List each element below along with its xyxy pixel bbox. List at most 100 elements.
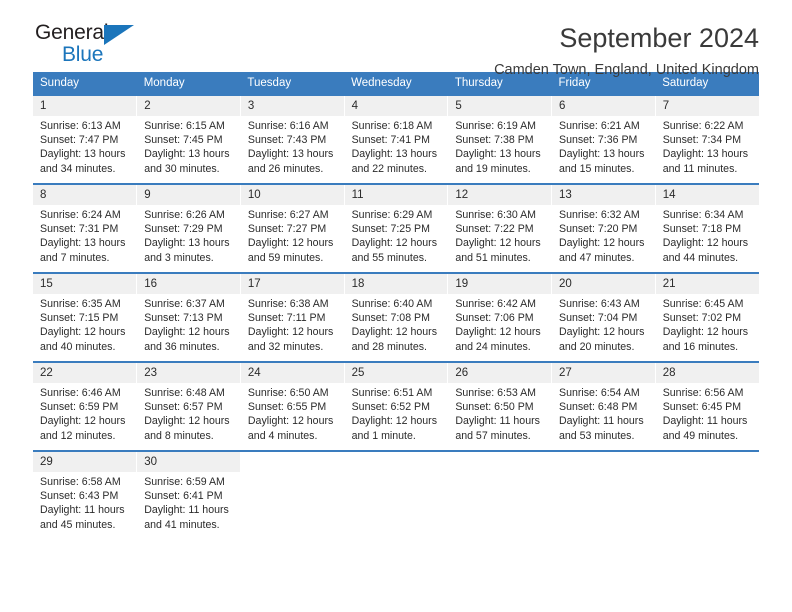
calendar-day-cell[interactable]: 30 Sunrise: 6:59 AM Sunset: 6:41 PM Dayligh… bbox=[136, 451, 241, 540]
day-number: 13 bbox=[552, 185, 655, 205]
day-number: 30 bbox=[137, 452, 240, 472]
sunrise-text: Sunrise: 6:15 AM bbox=[144, 120, 225, 132]
calendar-week-row: 22 Sunrise: 6:46 AM Sunset: 6:59 PM Dayligh… bbox=[33, 362, 759, 451]
calendar-day-cell[interactable]: 28 Sunrise: 6:56 AM Sunset: 6:45 PM Dayligh… bbox=[655, 362, 759, 451]
calendar-day-cell[interactable]: 19 Sunrise: 6:42 AM Sunset: 7:06 PM Dayligh… bbox=[447, 273, 553, 362]
calendar-day-cell-empty bbox=[447, 451, 553, 540]
calendar-day-cell[interactable]: 12 Sunrise: 6:30 AM Sunset: 7:22 PM Dayligh… bbox=[447, 184, 553, 273]
calendar-day-cell[interactable]: 6 Sunrise: 6:21 AM Sunset: 7:36 PM Daylight… bbox=[551, 95, 656, 184]
sunrise-text: Sunrise: 6:54 AM bbox=[559, 387, 640, 399]
calendar-day-cell[interactable]: 4 Sunrise: 6:18 AM Sunset: 7:41 PM Daylight… bbox=[344, 95, 449, 184]
calendar-day-cell[interactable]: 23 Sunrise: 6:48 AM Sunset: 6:57 PM Dayligh… bbox=[136, 362, 241, 451]
calendar-day-cell[interactable]: 20 Sunrise: 6:43 AM Sunset: 7:04 PM Dayligh… bbox=[551, 273, 656, 362]
daylight-text: Daylight: 12 hours and 28 minutes. bbox=[351, 326, 437, 353]
title-block: September 2024 Camden Town, England, Uni… bbox=[494, 22, 759, 80]
day-number: 11 bbox=[344, 185, 448, 205]
calendar-day-cell[interactable]: 15 Sunrise: 6:35 AM Sunset: 7:15 PM Dayligh… bbox=[33, 273, 138, 362]
sunset-text: Sunset: 7:25 PM bbox=[351, 223, 430, 236]
day-number: 27 bbox=[552, 363, 655, 383]
calendar-day-cell[interactable]: 18 Sunrise: 6:40 AM Sunset: 7:08 PM Dayligh… bbox=[344, 273, 449, 362]
calendar-day-cell[interactable]: 10 Sunrise: 6:27 AM Sunset: 7:27 PM Dayligh… bbox=[240, 184, 345, 273]
calendar-day-cell[interactable]: 2 Sunrise: 6:15 AM Sunset: 7:45 PM Daylight… bbox=[136, 95, 241, 184]
daylight-text: Daylight: 12 hours and 51 minutes. bbox=[455, 237, 541, 264]
calendar-day-cell[interactable]: 16 Sunrise: 6:37 AM Sunset: 7:13 PM Dayligh… bbox=[136, 273, 241, 362]
sunrise-text: Sunrise: 6:22 AM bbox=[662, 120, 744, 132]
day-details: Sunrise: 6:21 AM Sunset: 7:36 PM Daylight:… bbox=[552, 116, 655, 176]
sunset-text: Sunset: 6:50 PM bbox=[455, 401, 534, 414]
daylight-text: Daylight: 12 hours and 47 minutes. bbox=[559, 237, 645, 264]
calendar-day-cell[interactable]: 1 Sunrise: 6:13 AM Sunset: 7:47 PM Daylight… bbox=[33, 95, 138, 184]
sunrise-text: Sunrise: 6:27 AM bbox=[247, 209, 329, 221]
daylight-text: Daylight: 12 hours and 55 minutes. bbox=[351, 237, 437, 264]
sunrise-text: Sunrise: 6:21 AM bbox=[559, 120, 640, 132]
calendar-day-cell[interactable]: 7 Sunrise: 6:22 AM Sunset: 7:34 PM Daylight… bbox=[655, 95, 759, 184]
calendar-day-cell[interactable]: 3 Sunrise: 6:16 AM Sunset: 7:43 PM Daylight… bbox=[240, 95, 345, 184]
brand-name-bottom: Blue bbox=[62, 43, 104, 66]
calendar-day-cell[interactable]: 22 Sunrise: 6:46 AM Sunset: 6:59 PM Dayligh… bbox=[33, 362, 138, 451]
daylight-text: Daylight: 11 hours and 41 minutes. bbox=[144, 504, 229, 531]
calendar-day-cell[interactable]: 29 Sunrise: 6:58 AM Sunset: 6:43 PM Dayligh… bbox=[33, 451, 138, 540]
daylight-text: Daylight: 12 hours and 1 minute. bbox=[351, 415, 437, 442]
sunset-text: Sunset: 7:18 PM bbox=[662, 223, 742, 236]
day-number: 12 bbox=[448, 185, 552, 205]
calendar-week-row: 15 Sunrise: 6:35 AM Sunset: 7:15 PM Dayligh… bbox=[33, 273, 759, 362]
daylight-text: Daylight: 12 hours and 32 minutes. bbox=[247, 326, 334, 353]
calendar-day-cell[interactable]: 24 Sunrise: 6:50 AM Sunset: 6:55 PM Dayligh… bbox=[240, 362, 345, 451]
calendar-day-cell[interactable]: 13 Sunrise: 6:32 AM Sunset: 7:20 PM Dayligh… bbox=[551, 184, 656, 273]
daylight-text: Daylight: 13 hours and 34 minutes. bbox=[40, 148, 126, 175]
sunset-text: Sunset: 6:52 PM bbox=[351, 401, 430, 414]
calendar-day-cell[interactable]: 5 Sunrise: 6:19 AM Sunset: 7:38 PM Daylight… bbox=[447, 95, 553, 184]
daylight-text: Daylight: 11 hours and 57 minutes. bbox=[455, 415, 540, 442]
day-details: Sunrise: 6:56 AM Sunset: 6:45 PM Daylight:… bbox=[656, 383, 759, 443]
sunset-text: Sunset: 6:57 PM bbox=[144, 401, 223, 414]
sunset-text: Sunset: 6:55 PM bbox=[247, 401, 327, 414]
calendar-day-cell[interactable]: 21 Sunrise: 6:45 AM Sunset: 7:02 PM Dayligh… bbox=[655, 273, 759, 362]
sunrise-text: Sunrise: 6:42 AM bbox=[455, 298, 536, 310]
sunrise-text: Sunrise: 6:45 AM bbox=[662, 298, 744, 310]
weekday-header-tuesday: Tuesday bbox=[240, 72, 345, 95]
day-details: Sunrise: 6:34 AM Sunset: 7:18 PM Daylight:… bbox=[656, 205, 759, 265]
calendar-day-cell[interactable]: 9 Sunrise: 6:26 AM Sunset: 7:29 PM Daylight… bbox=[136, 184, 241, 273]
day-details: Sunrise: 6:22 AM Sunset: 7:34 PM Daylight:… bbox=[656, 116, 759, 176]
calendar-day-cell[interactable]: 8 Sunrise: 6:24 AM Sunset: 7:31 PM Daylight… bbox=[33, 184, 138, 273]
sunset-text: Sunset: 7:04 PM bbox=[559, 312, 638, 325]
day-details: Sunrise: 6:51 AM Sunset: 6:52 PM Daylight:… bbox=[345, 383, 448, 443]
sunrise-text: Sunrise: 6:26 AM bbox=[144, 209, 225, 221]
sunset-text: Sunset: 7:38 PM bbox=[455, 134, 534, 147]
sunrise-text: Sunrise: 6:50 AM bbox=[247, 387, 329, 399]
day-number: 6 bbox=[552, 96, 655, 116]
calendar-day-cell[interactable]: 17 Sunrise: 6:38 AM Sunset: 7:11 PM Dayligh… bbox=[240, 273, 345, 362]
brand-logo[interactable]: General Blue bbox=[33, 22, 205, 70]
sunrise-text: Sunrise: 6:13 AM bbox=[40, 120, 121, 132]
sunset-text: Sunset: 6:59 PM bbox=[40, 401, 119, 414]
sunrise-text: Sunrise: 6:24 AM bbox=[40, 209, 121, 221]
calendar-day-cell-empty bbox=[240, 451, 345, 540]
day-details: Sunrise: 6:16 AM Sunset: 7:43 PM Daylight:… bbox=[241, 116, 344, 176]
day-number: 5 bbox=[448, 96, 552, 116]
calendar-day-cell[interactable]: 26 Sunrise: 6:53 AM Sunset: 6:50 PM Dayligh… bbox=[447, 362, 553, 451]
sunset-text: Sunset: 7:06 PM bbox=[455, 312, 534, 325]
calendar-day-cell[interactable]: 25 Sunrise: 6:51 AM Sunset: 6:52 PM Dayligh… bbox=[344, 362, 449, 451]
day-details: Sunrise: 6:43 AM Sunset: 7:04 PM Daylight:… bbox=[552, 294, 655, 354]
daylight-text: Daylight: 11 hours and 49 minutes. bbox=[662, 415, 748, 442]
sunrise-text: Sunrise: 6:35 AM bbox=[40, 298, 121, 310]
sunrise-text: Sunrise: 6:38 AM bbox=[247, 298, 329, 310]
daylight-text: Daylight: 13 hours and 26 minutes. bbox=[247, 148, 334, 175]
day-details: Sunrise: 6:32 AM Sunset: 7:20 PM Daylight:… bbox=[552, 205, 655, 265]
calendar-day-cell[interactable]: 27 Sunrise: 6:54 AM Sunset: 6:48 PM Dayligh… bbox=[551, 362, 656, 451]
sunrise-text: Sunrise: 6:53 AM bbox=[455, 387, 536, 399]
day-details: Sunrise: 6:38 AM Sunset: 7:11 PM Daylight:… bbox=[241, 294, 344, 354]
sunset-text: Sunset: 7:20 PM bbox=[559, 223, 638, 236]
day-details: Sunrise: 6:53 AM Sunset: 6:50 PM Daylight:… bbox=[448, 383, 551, 443]
day-details: Sunrise: 6:15 AM Sunset: 7:45 PM Daylight:… bbox=[137, 116, 240, 176]
day-number: 15 bbox=[33, 274, 137, 294]
daylight-text: Daylight: 12 hours and 36 minutes. bbox=[144, 326, 230, 353]
calendar-day-cell[interactable]: 11 Sunrise: 6:29 AM Sunset: 7:25 PM Dayligh… bbox=[344, 184, 449, 273]
daylight-text: Daylight: 12 hours and 40 minutes. bbox=[40, 326, 126, 353]
calendar-day-cell[interactable]: 14 Sunrise: 6:34 AM Sunset: 7:18 PM Dayligh… bbox=[655, 184, 759, 273]
day-number: 2 bbox=[137, 96, 240, 116]
sunset-text: Sunset: 7:31 PM bbox=[40, 223, 119, 236]
sunrise-text: Sunrise: 6:46 AM bbox=[40, 387, 121, 399]
page-header: General Blue September 2024 Camden Town,… bbox=[33, 0, 759, 78]
sunset-text: Sunset: 6:43 PM bbox=[40, 490, 119, 503]
